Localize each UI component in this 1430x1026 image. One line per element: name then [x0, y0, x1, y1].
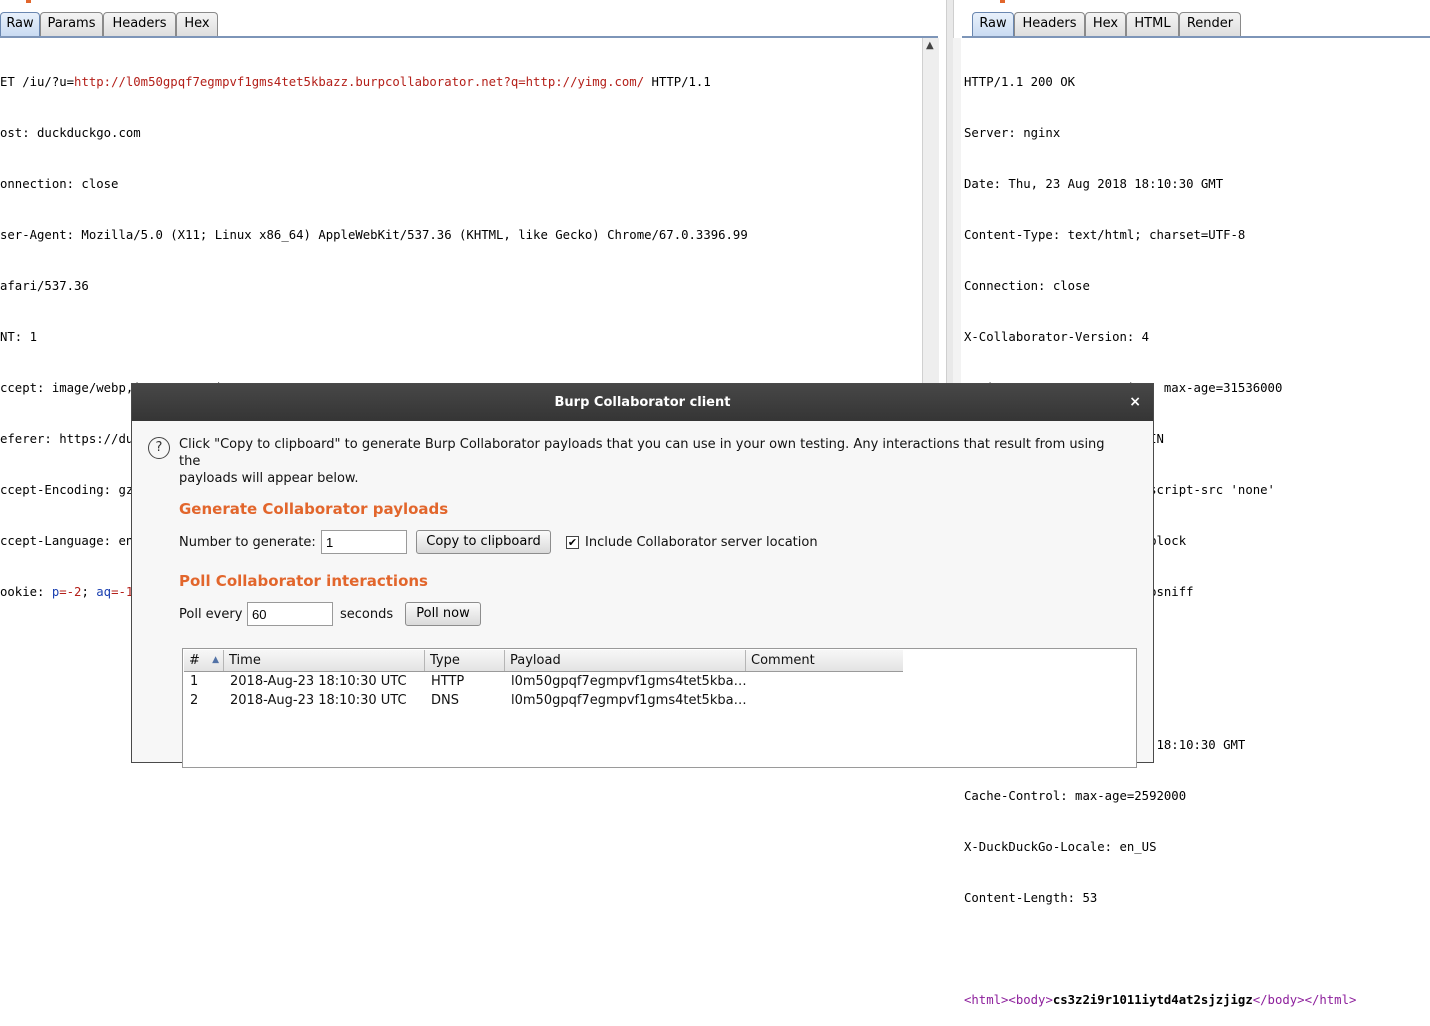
tab-headers[interactable]: Headers: [103, 12, 176, 36]
sort-ascending-icon: ▲: [212, 655, 219, 665]
include-location-label: Include Collaborator server location: [585, 535, 818, 550]
request-tabs: Raw Params Headers Hex: [0, 0, 946, 38]
collaborator-dialog: Burp Collaborator client × ? Click "Copy…: [131, 383, 1154, 768]
tab-raw[interactable]: Raw: [0, 12, 40, 36]
table-header: # ▲ Time Type Payload Comment: [184, 650, 903, 672]
seconds-label: seconds: [340, 607, 394, 622]
generate-heading: Generate Collaborator payloads: [179, 500, 449, 518]
response-header: Content-Type: text/html; charset=UTF-8: [964, 228, 1246, 242]
response-header: Date: Thu, 23 Aug 2018 18:10:30 GMT: [964, 177, 1224, 191]
close-icon[interactable]: ×: [1129, 384, 1141, 421]
tab-params[interactable]: Params: [40, 12, 103, 36]
tab-headers[interactable]: Headers: [1014, 12, 1085, 36]
tab-hex[interactable]: Hex: [176, 12, 218, 36]
column-header-type[interactable]: Type: [425, 650, 505, 671]
help-icon: ?: [148, 437, 170, 459]
poll-now-button[interactable]: Poll now: [405, 602, 481, 626]
response-header: Server: nginx: [964, 126, 1061, 140]
response-header: Connection: close: [964, 279, 1090, 293]
header-user-agent-cont: afari/537.36: [0, 279, 89, 293]
poll-interval-input[interactable]: [247, 602, 333, 626]
column-header-time[interactable]: Time: [224, 650, 425, 671]
column-header-number[interactable]: # ▲: [184, 650, 224, 671]
response-body: <html><body>cs3z2i9r1011iytd4at2sjzjigz<…: [964, 993, 1357, 1007]
table-row[interactable]: 2 2018-Aug-23 18:10:30 UTC DNS l0m50gpqf…: [184, 691, 903, 710]
number-to-generate-input[interactable]: [321, 530, 407, 554]
include-location-checkbox[interactable]: ✔: [566, 536, 579, 549]
column-header-payload[interactable]: Payload: [505, 650, 746, 671]
tab-hex[interactable]: Hex: [1085, 12, 1126, 36]
interactions-table: # ▲ Time Type Payload Comment 1 2018-Aug-…: [182, 648, 1137, 768]
dialog-titlebar[interactable]: Burp Collaborator client ×: [132, 384, 1153, 421]
header-dnt: NT: 1: [0, 330, 38, 344]
column-header-comment[interactable]: Comment: [746, 650, 903, 671]
request-url: http://l0m50gpqf7egmpvf1gms4tet5kbazz.bu…: [74, 75, 645, 89]
response-tabs: Raw Headers Hex HTML Render: [972, 0, 1430, 38]
request-scrollbar[interactable]: ▲: [922, 38, 939, 383]
response-header: Cache-Control: max-age=2592000: [964, 789, 1187, 803]
status-line: HTTP/1.1 200 OK: [964, 75, 1076, 89]
header-user-agent: ser-Agent: Mozilla/5.0 (X11; Linux x86_6…: [0, 228, 748, 242]
response-header: X-DuckDuckGo-Locale: en_US: [964, 840, 1157, 854]
response-header: Content-Length: 53: [964, 891, 1098, 905]
poll-every-label: Poll every: [179, 607, 243, 622]
header-host: ost: duckduckgo.com: [0, 126, 141, 140]
tab-html[interactable]: HTML: [1126, 12, 1179, 36]
header-connection: onnection: close: [0, 177, 119, 191]
request-tab-underline: [0, 36, 938, 38]
response-header: X-Collaborator-Version: 4: [964, 330, 1150, 344]
tab-raw[interactable]: Raw: [972, 12, 1014, 36]
dialog-title: Burp Collaborator client: [554, 395, 731, 410]
scroll-up-arrow-icon[interactable]: ▲: [926, 40, 934, 51]
response-tab-underline: [962, 36, 1430, 38]
tab-render[interactable]: Render: [1179, 12, 1241, 36]
number-to-generate-label: Number to generate:: [179, 535, 316, 550]
poll-heading: Poll Collaborator interactions: [179, 572, 428, 590]
dialog-description: Click "Copy to clipboard" to generate Bu…: [179, 437, 1105, 486]
request-line: ET /iu/?u=http://l0m50gpqf7egmpvf1gms4te…: [0, 75, 711, 89]
response-gutter: [953, 38, 961, 383]
table-row[interactable]: 1 2018-Aug-23 18:10:30 UTC HTTP l0m50gpq…: [184, 672, 903, 691]
copy-to-clipboard-button[interactable]: Copy to clipboard: [416, 530, 551, 554]
